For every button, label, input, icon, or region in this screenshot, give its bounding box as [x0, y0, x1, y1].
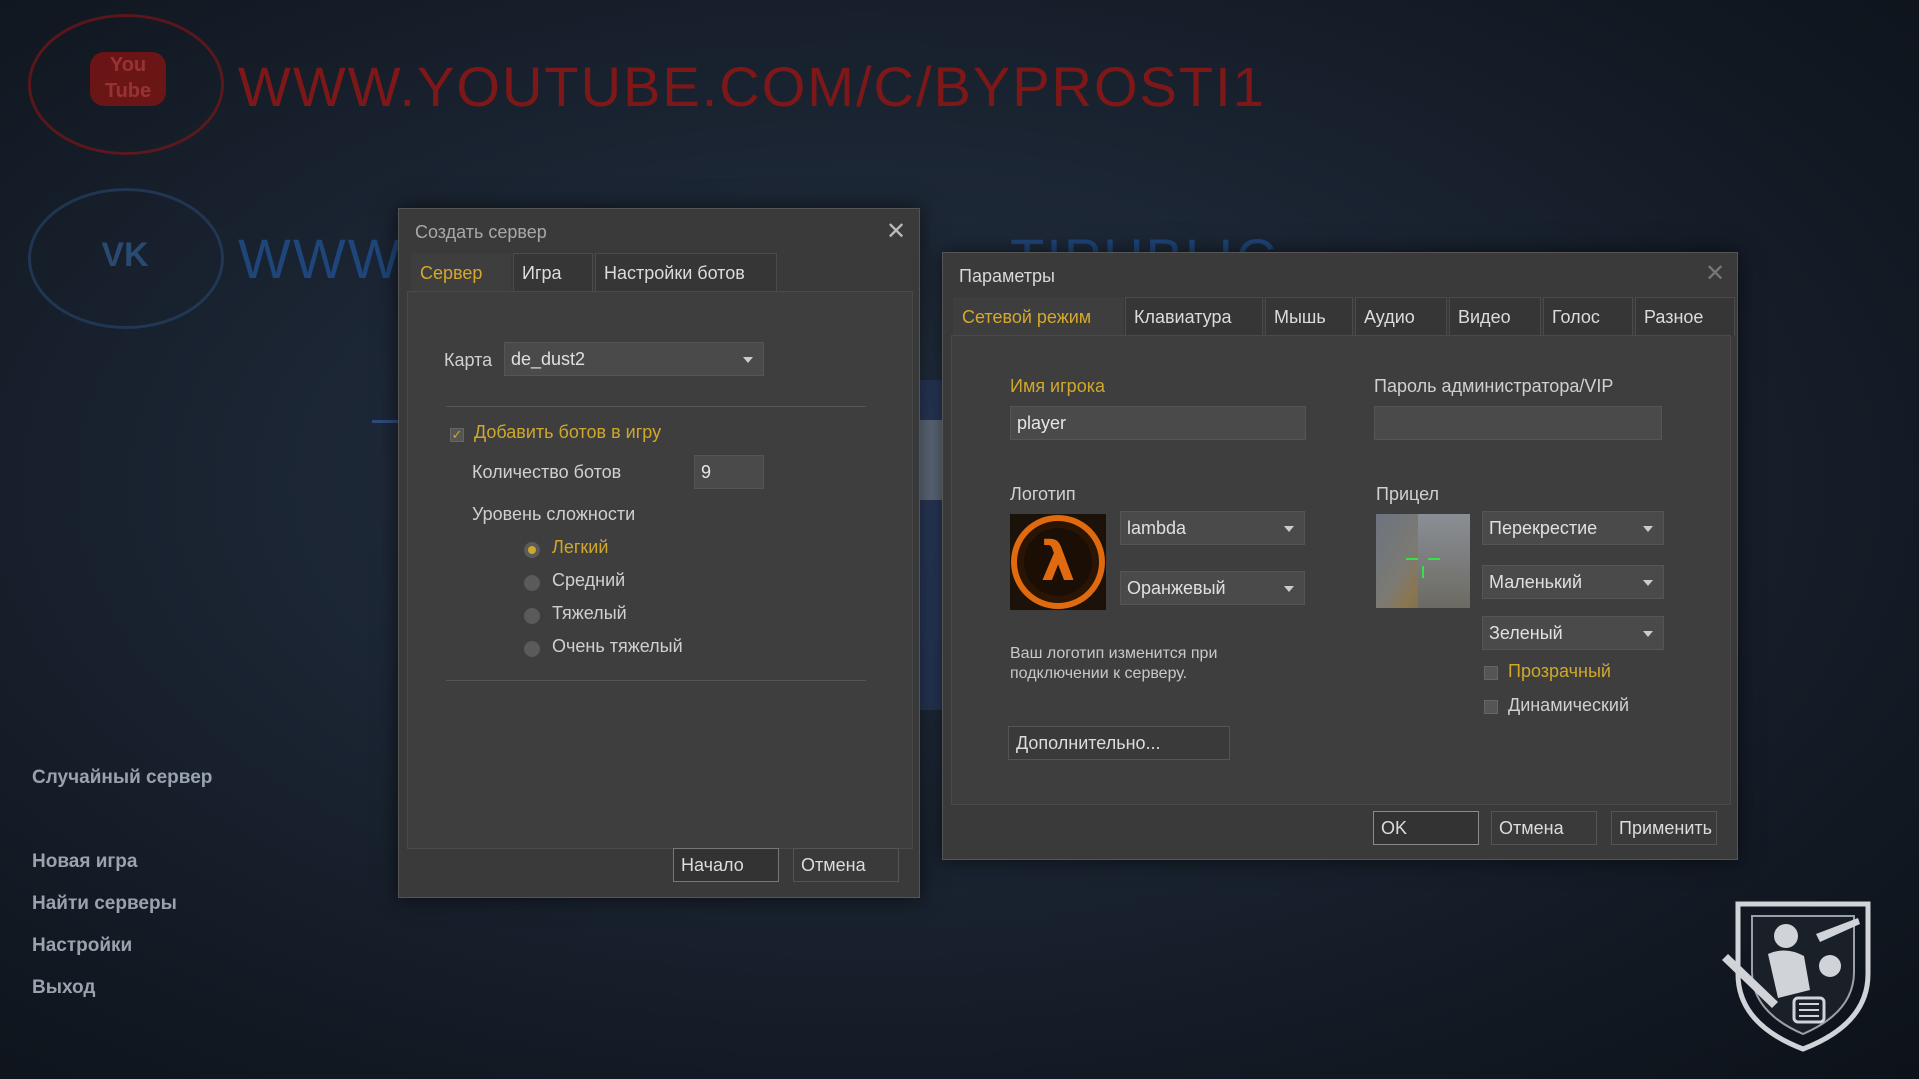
difficulty-easy-label: Легкий	[552, 537, 609, 557]
difficulty-very-hard-label: Очень тяжелый	[552, 636, 683, 656]
chevron-down-icon	[743, 357, 753, 363]
crosshair-color-select[interactable]: Зеленый	[1482, 616, 1664, 650]
menu-item-exit[interactable]: Выход	[32, 977, 95, 999]
close-icon[interactable]: ✕	[1705, 259, 1725, 288]
apply-button[interactable]: Применить	[1611, 811, 1717, 845]
background-map-sliver	[918, 420, 944, 500]
create-server-dialog: Создать сервер ✕ Сервер Игра Настройки б…	[398, 208, 920, 898]
crosshair-preview-wall	[1418, 514, 1470, 608]
logo-select[interactable]: lambda	[1120, 511, 1305, 545]
add-bots-checkbox[interactable]: ✓	[450, 428, 464, 442]
network-tab-panel: Имя игрока Пароль администратора/VIP Лог…	[951, 335, 1731, 805]
menu-item-new-game[interactable]: Новая игра	[32, 851, 137, 873]
crosshair-size-value: Маленький	[1489, 572, 1583, 592]
difficulty-hard-label: Тяжелый	[552, 603, 627, 623]
dialog-title: Параметры	[959, 266, 1055, 286]
server-tab-panel: Карта de_dust2 ✓ Добавить ботов в игру К…	[407, 291, 913, 849]
youtube-logo-icon: You Tube	[90, 52, 166, 106]
svg-text:λ: λ	[1041, 530, 1075, 593]
chevron-down-icon	[1284, 526, 1294, 532]
player-name-input[interactable]	[1010, 406, 1306, 440]
menu-item-settings[interactable]: Настройки	[32, 935, 132, 957]
chevron-down-icon	[1284, 586, 1294, 592]
crosshair-color-value: Зеленый	[1489, 623, 1563, 643]
crosshair-size-select[interactable]: Маленький	[1482, 565, 1664, 599]
crosshair-type-value: Перекрестие	[1489, 518, 1598, 538]
crosshair-line-icon	[1422, 566, 1424, 578]
crosshair-label: Прицел	[1376, 484, 1440, 504]
bot-count-label: Количество ботов	[472, 462, 622, 482]
transparent-checkbox[interactable]	[1484, 666, 1498, 680]
chevron-down-icon	[1643, 580, 1653, 586]
create-server-tabs: Сервер Игра Настройки ботов	[411, 253, 779, 292]
map-select[interactable]: de_dust2	[504, 342, 764, 376]
map-select-value: de_dust2	[511, 349, 586, 369]
tab-voice[interactable]: Голос	[1543, 297, 1633, 336]
player-name-label: Имя игрока	[1010, 376, 1105, 396]
menu-item-find-servers[interactable]: Найти серверы	[32, 893, 177, 915]
chevron-down-icon	[1643, 631, 1653, 637]
crosshair-line-icon	[1428, 558, 1440, 560]
ok-button[interactable]: OK	[1373, 811, 1479, 845]
difficulty-label: Уровень сложности	[472, 504, 636, 524]
dynamic-checkbox[interactable]	[1484, 700, 1498, 714]
tab-network[interactable]: Сетевой режим	[953, 297, 1123, 336]
tab-keyboard[interactable]: Клавиатура	[1125, 297, 1263, 336]
admin-password-label: Пароль администратора/VIP	[1374, 376, 1614, 396]
divider	[446, 406, 866, 407]
youtube-url-watermark: WWW.YOUTUBE.COM/C/BYPROSTI1	[238, 55, 1266, 118]
difficulty-easy-radio[interactable]	[524, 542, 540, 558]
divider	[446, 680, 866, 681]
logo-color-value: Оранжевый	[1127, 578, 1226, 598]
map-label: Карта	[444, 350, 493, 370]
admin-password-input[interactable]	[1374, 406, 1662, 440]
add-bots-label: Добавить ботов в игру	[474, 422, 662, 442]
chevron-down-icon	[1643, 526, 1653, 532]
dynamic-label: Динамический	[1508, 695, 1629, 715]
logo-select-value: lambda	[1127, 518, 1187, 538]
difficulty-medium-label: Средний	[552, 570, 626, 590]
parameters-tabs: Сетевой режим Клавиатура Мышь Аудио Виде…	[953, 297, 1737, 336]
vk-logo-icon: VK	[101, 236, 149, 274]
tab-misc[interactable]: Разное	[1635, 297, 1735, 336]
transparent-label: Прозрачный	[1508, 661, 1611, 681]
crosshair-line-icon	[1406, 558, 1418, 560]
lambda-logo-icon: λ	[1010, 514, 1106, 610]
cancel-button[interactable]: Отмена	[793, 848, 899, 882]
start-button[interactable]: Начало	[673, 848, 779, 882]
cancel-button[interactable]: Отмена	[1491, 811, 1597, 845]
crosshair-type-select[interactable]: Перекрестие	[1482, 511, 1664, 545]
logo-color-select[interactable]: Оранжевый	[1120, 571, 1305, 605]
tab-bot-settings[interactable]: Настройки ботов	[595, 253, 777, 292]
menu-item-random-server[interactable]: Случайный сервер	[32, 767, 212, 789]
crosshair-preview	[1376, 514, 1470, 608]
tab-game[interactable]: Игра	[513, 253, 593, 292]
channel-shield-icon	[1718, 894, 1888, 1059]
logo-note: Ваш логотип изменится при подключении к …	[1010, 645, 1218, 682]
tab-audio[interactable]: Аудио	[1355, 297, 1447, 336]
vk-url-watermark: WWW	[238, 227, 403, 290]
difficulty-hard-radio[interactable]	[524, 608, 540, 624]
difficulty-medium-radio[interactable]	[524, 575, 540, 591]
tab-video[interactable]: Видео	[1449, 297, 1541, 336]
advanced-button[interactable]: Дополнительно...	[1008, 726, 1230, 760]
bot-count-input[interactable]	[694, 455, 764, 489]
logo-label: Логотип	[1010, 484, 1076, 504]
parameters-dialog: Параметры ✕ Сетевой режим Клавиатура Мыш…	[942, 252, 1738, 860]
difficulty-very-hard-radio[interactable]	[524, 641, 540, 657]
close-icon[interactable]: ✕	[886, 217, 906, 246]
dialog-title: Создать сервер	[415, 222, 547, 242]
tab-mouse[interactable]: Мышь	[1265, 297, 1353, 336]
tab-server[interactable]: Сервер	[411, 253, 511, 292]
